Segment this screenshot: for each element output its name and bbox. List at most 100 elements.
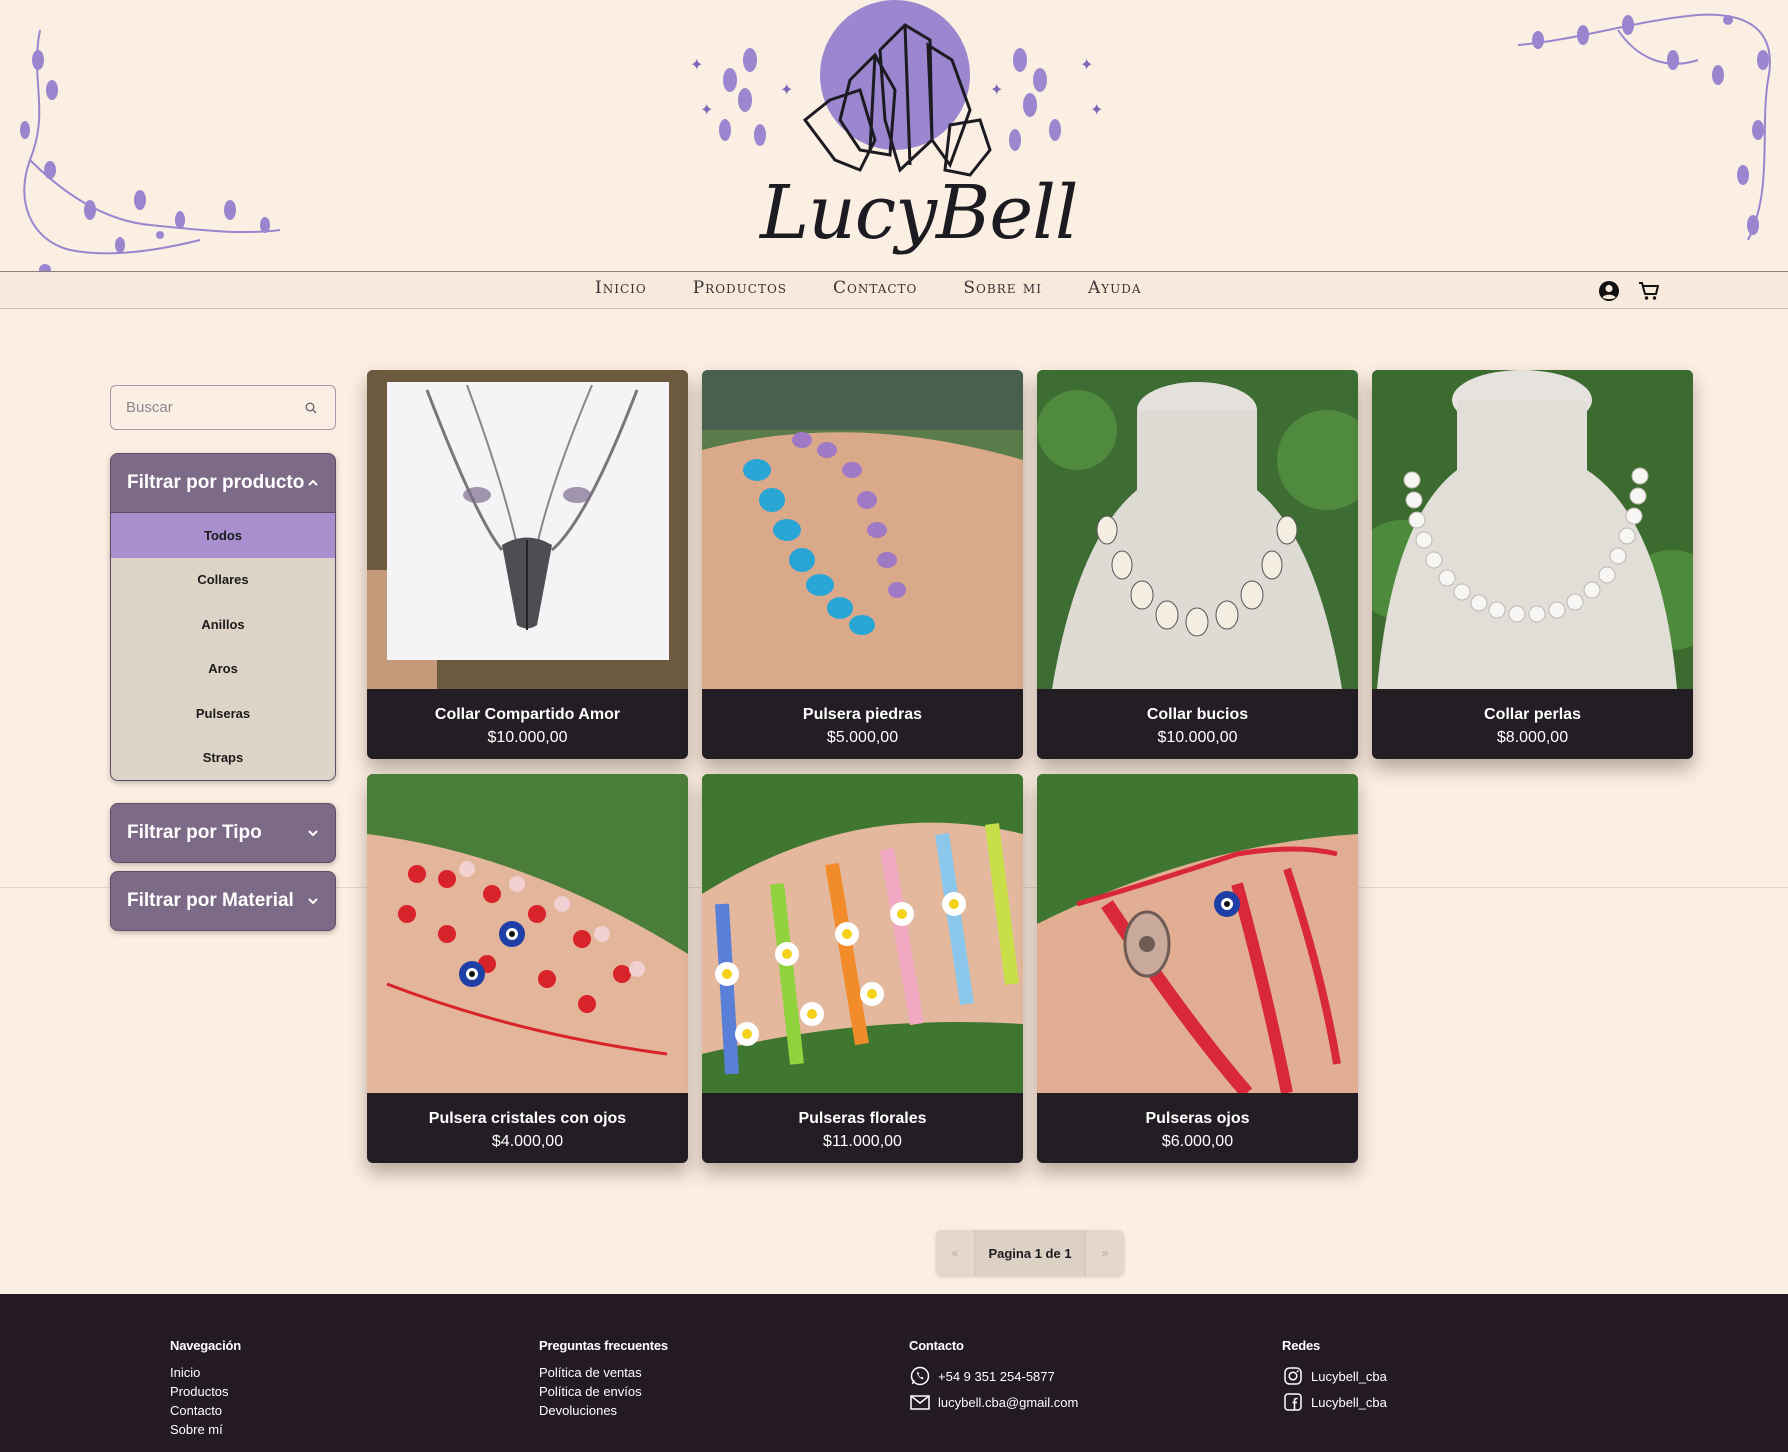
- footer-instagram-text: Lucybell_cba: [1311, 1368, 1387, 1384]
- footer-faq: Preguntas frecuentes Política de ventas …: [539, 1338, 668, 1420]
- facebook-icon: [1284, 1393, 1302, 1411]
- product-info: Pulseras florales $11.000,00: [702, 1093, 1023, 1163]
- product-price: $4.000,00: [491, 1133, 564, 1150]
- product-price: $6.000,00: [1161, 1133, 1234, 1150]
- product-price: $10.000,00: [487, 729, 568, 746]
- product-image-collar-bucios: [1037, 370, 1358, 689]
- product-price: $11.000,00: [823, 1133, 902, 1150]
- brand-wordmark: LucyBell: [760, 170, 1079, 256]
- product-card[interactable]: Pulseras florales $11.000,00: [702, 774, 1023, 1163]
- footer-navigation-title: Navegación: [170, 1338, 241, 1353]
- product-info: Pulsera piedras $5.000,00: [702, 689, 1023, 759]
- product-price: $5.000,00: [826, 729, 899, 746]
- svg-text:✦: ✦: [990, 80, 1003, 99]
- product-image-pulseras-ojos: [1037, 774, 1358, 1093]
- whatsapp-icon: [910, 1366, 930, 1386]
- product-info: Collar Compartido Amor $10.000,00: [367, 689, 688, 759]
- product-info: Collar perlas $8.000,00: [1372, 689, 1693, 759]
- footer-link-politica-ventas[interactable]: Política de ventas: [539, 1363, 668, 1382]
- brand-logo[interactable]: ✦ ✦ ✦ ✦ ✦ ✦ LucyBell: [670, 0, 1120, 270]
- footer-social: Redes Lucybell_cba Lucybell_cba: [1282, 1338, 1387, 1415]
- product-card[interactable]: Collar bucios $10.000,00: [1037, 370, 1358, 759]
- filter-material-header[interactable]: Filtrar por Material: [111, 872, 335, 930]
- svg-text:✦: ✦: [1090, 100, 1103, 119]
- product-image-pulsera-cristales: [367, 774, 688, 1093]
- product-info: Collar bucios $10.000,00: [1037, 689, 1358, 759]
- product-name: Collar Compartido Amor: [434, 706, 621, 723]
- pagination-next-button[interactable]: »: [1086, 1230, 1124, 1276]
- search-icon[interactable]: [305, 402, 317, 414]
- footer-link-contacto[interactable]: Contacto: [170, 1401, 241, 1420]
- product-name: Pulseras ojos: [1145, 1110, 1250, 1127]
- floral-vine-decoration: [1517, 13, 1771, 241]
- site-footer: Navegación Inicio Productos Contacto Sob…: [0, 1294, 1788, 1452]
- product-price: $8.000,00: [1496, 729, 1569, 746]
- footer-email[interactable]: lucybell.cba@gmail.com: [909, 1389, 1078, 1415]
- floral-vine-decoration: [20, 29, 281, 275]
- main-navbar: Inicio Productos Contacto Sobre mi Ayuda: [0, 271, 1788, 309]
- footer-phone[interactable]: +54 9 351 254-5877: [909, 1363, 1078, 1389]
- product-image-collar-perlas: [1372, 370, 1693, 689]
- footer-instagram[interactable]: Lucybell_cba: [1282, 1363, 1387, 1389]
- product-card[interactable]: Pulsera cristales con ojos $4.000,00: [367, 774, 688, 1163]
- mail-icon: [910, 1395, 930, 1410]
- pagination: « Pagina 1 de 1 »: [936, 1230, 1124, 1276]
- product-name: Collar perlas: [1484, 706, 1581, 723]
- footer-link-inicio[interactable]: Inicio: [170, 1363, 241, 1382]
- footer-phone-text: +54 9 351 254-5877: [938, 1368, 1055, 1384]
- product-card[interactable]: Pulsera piedras $5.000,00: [702, 370, 1023, 759]
- product-name: Pulsera piedras: [802, 706, 923, 723]
- product-card[interactable]: Collar perlas $8.000,00: [1372, 370, 1693, 759]
- svg-text:✦: ✦: [1080, 55, 1093, 74]
- filter-type-header[interactable]: Filtrar por Tipo: [111, 804, 335, 862]
- nav-link-sobre-mi[interactable]: Sobre mi: [963, 278, 1042, 298]
- search-input[interactable]: [111, 386, 291, 429]
- pagination-prev-button[interactable]: «: [936, 1230, 974, 1276]
- filter-product-options: Todos Collares Anillos Aros Pulseras Str…: [111, 512, 335, 780]
- filter-option-todos[interactable]: Todos: [111, 513, 335, 558]
- footer-link-devoluciones[interactable]: Devoluciones: [539, 1401, 668, 1420]
- search-box: [110, 385, 336, 430]
- pagination-label: Pagina 1 de 1: [974, 1230, 1086, 1276]
- filter-option-pulseras[interactable]: Pulseras: [111, 691, 335, 736]
- footer-link-sobre-mi[interactable]: Sobre mí: [170, 1420, 241, 1439]
- product-name: Pulseras florales: [798, 1110, 927, 1127]
- site-header: ✦ ✦ ✦ ✦ ✦ ✦ LucyBell: [0, 0, 1788, 275]
- user-account-icon[interactable]: [1598, 280, 1620, 302]
- filter-option-collares[interactable]: Collares: [111, 558, 335, 603]
- shopping-cart-icon[interactable]: [1638, 280, 1660, 302]
- product-card[interactable]: Collar Compartido Amor $10.000,00: [367, 370, 688, 759]
- filter-option-anillos[interactable]: Anillos: [111, 602, 335, 647]
- instagram-icon: [1284, 1367, 1302, 1385]
- footer-link-politica-envios[interactable]: Política de envíos: [539, 1382, 668, 1401]
- filter-option-straps[interactable]: Straps: [111, 736, 335, 781]
- footer-contact-title: Contacto: [909, 1338, 964, 1353]
- filter-option-aros[interactable]: Aros: [111, 647, 335, 692]
- nav-link-ayuda[interactable]: Ayuda: [1088, 278, 1142, 298]
- footer-email-text: lucybell.cba@gmail.com: [938, 1394, 1079, 1410]
- footer-link-productos[interactable]: Productos: [170, 1382, 241, 1401]
- product-info: Pulseras ojos $6.000,00: [1037, 1093, 1358, 1163]
- product-image-pulseras-florales: [702, 774, 1023, 1093]
- footer-contact: Contacto +54 9 351 254-5877 lucybell.cba…: [909, 1338, 1078, 1415]
- footer-facebook[interactable]: Lucybell_cba: [1282, 1389, 1387, 1415]
- nav-link-productos[interactable]: Productos: [693, 278, 787, 298]
- product-card[interactable]: Pulseras ojos $6.000,00: [1037, 774, 1358, 1163]
- footer-facebook-text: Lucybell_cba: [1311, 1394, 1387, 1410]
- filter-product-title: Filtrar por producto: [127, 472, 305, 493]
- chevron-down-icon: [308, 898, 318, 905]
- product-info: Pulsera cristales con ojos $4.000,00: [367, 1093, 688, 1163]
- nav-icons: [1598, 280, 1660, 302]
- filter-product-panel: Filtrar por producto Todos Collares Anil…: [110, 453, 336, 781]
- nav-link-inicio[interactable]: Inicio: [595, 278, 647, 298]
- nav-link-contacto[interactable]: Contacto: [833, 278, 917, 298]
- filter-material-title: Filtrar por Material: [127, 890, 294, 911]
- footer-faq-title: Preguntas frecuentes: [539, 1338, 668, 1353]
- product-price: $10.000,00: [1157, 729, 1238, 746]
- filter-product-header[interactable]: Filtrar por producto: [111, 454, 335, 512]
- product-image-collar-compartido: [367, 370, 688, 689]
- filter-type-panel: Filtrar por Tipo: [110, 803, 336, 863]
- chevron-down-icon: [308, 830, 318, 837]
- svg-text:✦: ✦: [700, 100, 713, 119]
- product-name: Collar bucios: [1146, 706, 1249, 723]
